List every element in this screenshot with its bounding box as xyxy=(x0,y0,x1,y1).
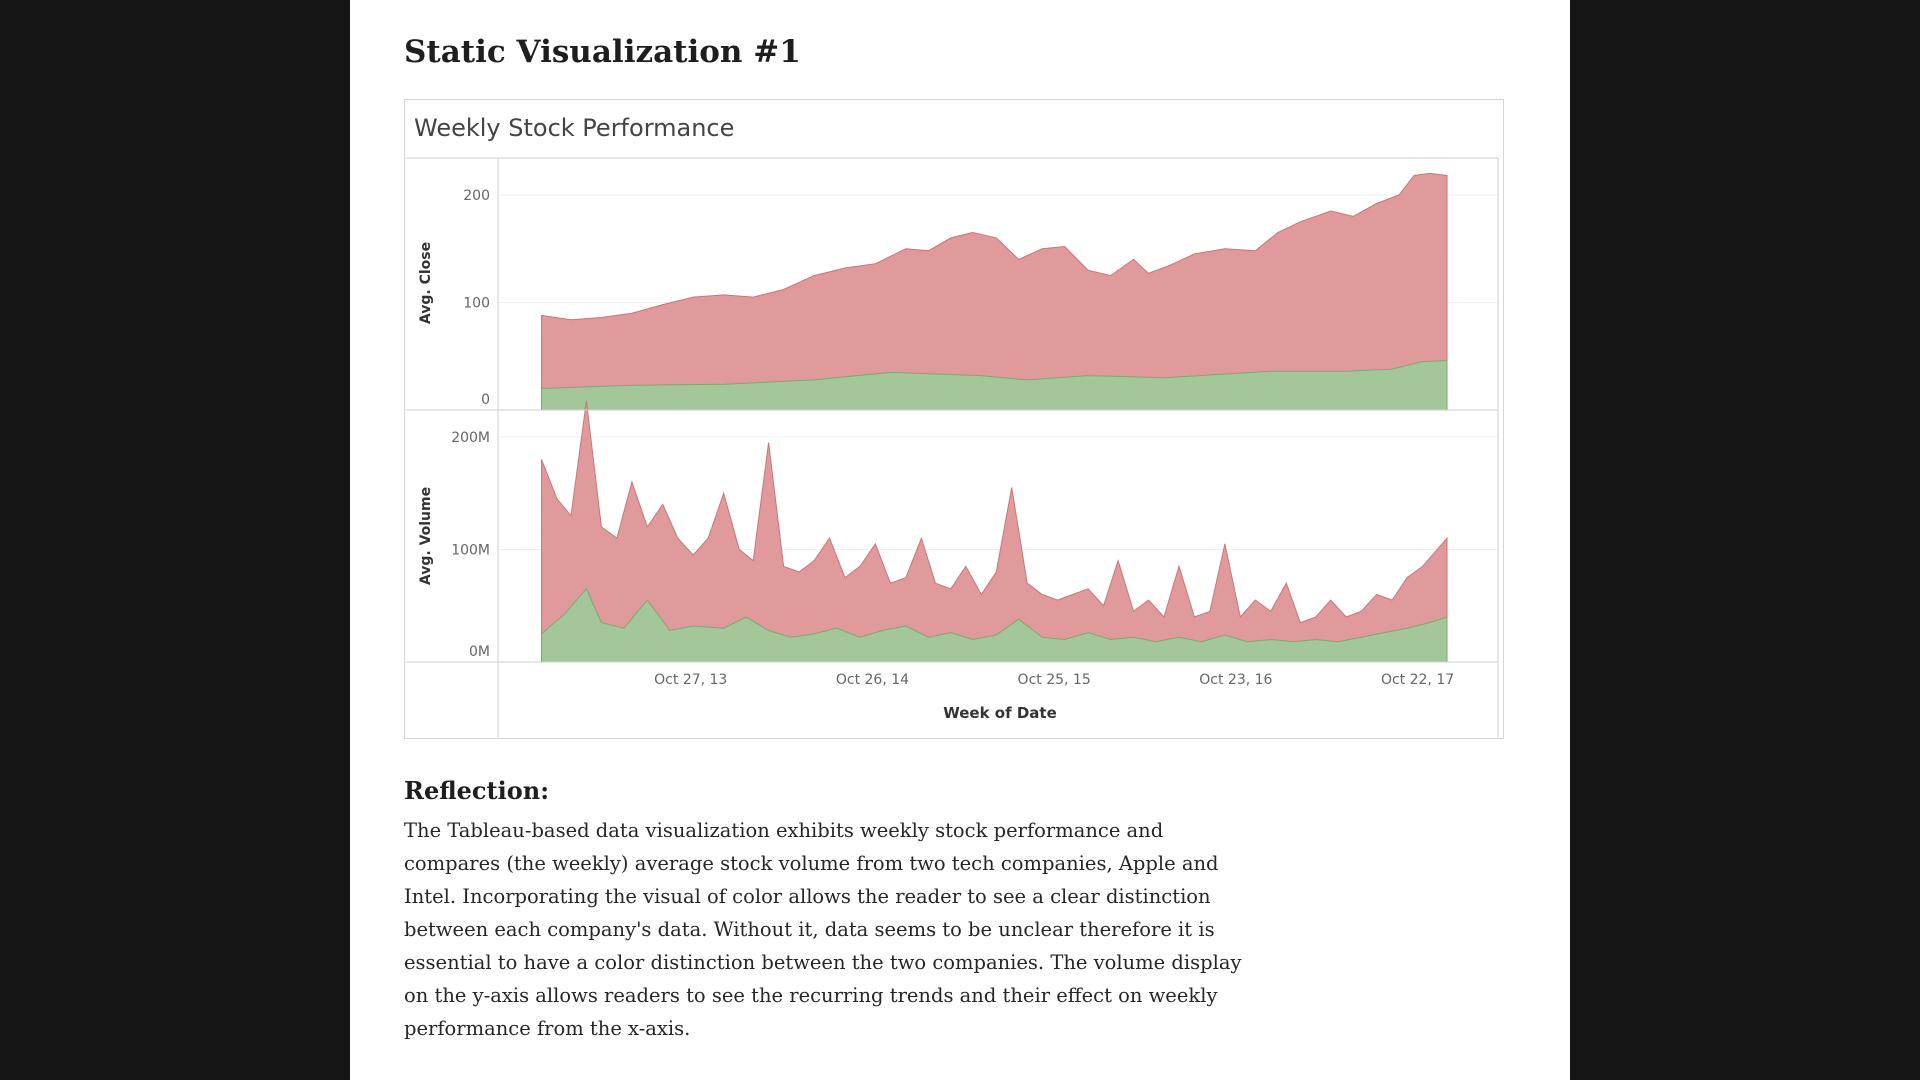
reflection-text: The Tableau-based data visualization exh… xyxy=(404,819,1242,1040)
page-heading: Static Visualization #1 xyxy=(404,34,801,70)
x-tick-label: Oct 25, 15 xyxy=(1018,672,1091,688)
x-tick-label: Oct 26, 14 xyxy=(836,672,909,688)
y-axis-label-close: Avg. Close xyxy=(418,242,434,324)
page-content: Static Visualization #1 Weekly Stock Per… xyxy=(350,0,1570,1080)
x-tick-label: Oct 22, 17 xyxy=(1381,672,1454,688)
y-tick-label: 200M xyxy=(451,430,490,446)
y-tick-label: 200 xyxy=(463,188,490,204)
x-tick-label: Oct 23, 16 xyxy=(1199,672,1272,688)
y-tick-label: 0M xyxy=(469,644,490,660)
chart-svg: 0 100 200 0M 100M 200M Oct 27, 13 Oct 26, 14 Oct… xyxy=(405,157,1499,737)
series-layer xyxy=(540,172,1448,663)
x-tick-label: Oct 27, 13 xyxy=(654,672,727,688)
y-tick-label: 100M xyxy=(451,542,490,558)
y-axis-label-volume: Avg. Volume xyxy=(418,487,434,585)
series-area-volume-0 xyxy=(540,400,1448,663)
visualization-container: Weekly Stock Performance 0 100 200 0M 100M 20… xyxy=(404,99,1504,739)
reflection-heading: Reflection: xyxy=(404,776,550,805)
y-tick-label: 0 xyxy=(481,392,490,408)
x-axis-label: Week of Date xyxy=(943,704,1057,722)
y-tick-label: 100 xyxy=(463,295,490,311)
